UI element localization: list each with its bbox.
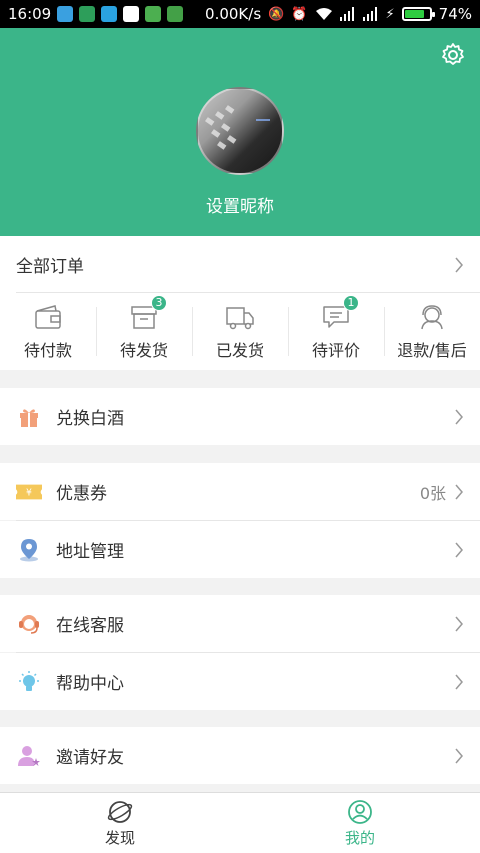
order-label: 待付款 <box>23 340 72 360</box>
profile-user-icon <box>348 799 372 824</box>
address-label: 地址管理 <box>56 542 124 562</box>
invite-friends-row[interactable]: 邀请好友 <box>0 727 480 784</box>
app-notification-icon <box>57 6 74 22</box>
chevron-right-icon <box>455 484 463 499</box>
profile-header: 设置昵称 <box>0 28 480 236</box>
coupon-icon-wrap: ¥ <box>16 479 42 505</box>
location-pin-icon-wrap <box>16 537 42 563</box>
gift-icon-wrap <box>16 404 42 430</box>
location-pin-icon <box>20 538 38 561</box>
coupons-label: 优惠券 <box>56 484 107 504</box>
nav-discover[interactable]: 发现 <box>0 793 240 853</box>
battery-fill <box>404 10 424 18</box>
telegram-icon <box>101 6 118 22</box>
settings-gear-icon[interactable] <box>440 42 466 68</box>
badge-count: 1 <box>343 294 359 311</box>
status-bar: 16:09 0.00K/s 🔕 ⏰ ⚡ 74% <box>0 0 480 28</box>
invite-friends-label: 邀请好友 <box>56 748 124 768</box>
avatar[interactable] <box>196 87 284 175</box>
alarm-icon: ⏰ <box>291 6 308 22</box>
wifi-icon <box>315 8 332 20</box>
signal-icon <box>339 7 354 21</box>
help-center-row[interactable]: 帮助中心 <box>0 653 480 710</box>
all-orders-row[interactable]: 全部订单 <box>0 236 480 293</box>
order-pending-review[interactable]: 1 待评价 <box>288 293 384 370</box>
chevron-right-icon <box>455 257 463 272</box>
signal-icon <box>362 7 377 21</box>
network-speed: 0.00K/s <box>205 5 262 23</box>
chevron-right-icon <box>455 616 463 631</box>
lightbulb-icon <box>19 670 39 691</box>
order-shipped[interactable]: 已发货 <box>192 293 288 370</box>
invite-user-icon-wrap <box>16 743 42 769</box>
mute-icon: 🔕 <box>268 6 285 22</box>
nav-mine-label: 我的 <box>344 828 375 847</box>
order-refund-after-sale[interactable]: 退款/售后 <box>384 293 480 370</box>
svg-text:¥: ¥ <box>26 487 32 498</box>
sim-icon <box>145 6 162 22</box>
gift-icon <box>20 408 38 427</box>
chevron-right-icon <box>455 674 463 689</box>
badge-count: 3 <box>151 294 167 311</box>
battery-icon <box>401 7 435 21</box>
app-notification-icon <box>79 6 96 22</box>
lightbulb-icon-wrap <box>16 669 42 695</box>
discover-planet-icon <box>107 800 133 823</box>
exchange-liquor-row[interactable]: 兑换白酒 <box>0 388 480 445</box>
customer-service-headset-icon <box>19 614 39 634</box>
avatar-photo <box>205 105 270 150</box>
order-label: 退款/售后 <box>397 340 467 360</box>
charging-icon: ⚡ <box>385 6 395 22</box>
chevron-right-icon <box>455 542 463 557</box>
nav-mine[interactable]: 我的 <box>240 793 480 853</box>
coupons-row[interactable]: ¥ 优惠券 0张 <box>0 463 480 520</box>
order-label: 待评价 <box>311 340 360 360</box>
order-pending-shipment[interactable]: 3 待发货 <box>96 293 192 370</box>
order-label: 待发货 <box>119 340 168 360</box>
address-management-row[interactable]: 地址管理 <box>0 521 480 578</box>
coupon-icon: ¥ <box>16 484 42 499</box>
exchange-liquor-label: 兑换白酒 <box>56 409 124 429</box>
invite-user-icon <box>18 745 40 766</box>
bottom-navigation: 发现 我的 <box>0 792 480 853</box>
online-customer-service-row[interactable]: 在线客服 <box>0 595 480 652</box>
comment-icon-wrap: 1 <box>321 294 359 331</box>
nav-discover-label: 发现 <box>104 828 135 847</box>
status-time: 16:09 <box>8 5 52 23</box>
battery-percent: 74% <box>438 5 472 23</box>
order-pending-payment[interactable]: 待付款 <box>0 293 96 370</box>
set-nickname-link[interactable]: 设置昵称 <box>0 192 480 217</box>
customer-service-label: 在线客服 <box>56 616 124 636</box>
coupon-count: 0张 <box>419 483 446 503</box>
headset-icon-wrap <box>16 611 42 637</box>
order-label: 已发货 <box>215 340 264 360</box>
truck-icon <box>226 306 254 329</box>
wallet-icon <box>35 304 61 329</box>
chevron-right-icon <box>455 748 463 763</box>
wechat-icon <box>167 6 184 22</box>
package-box-icon-wrap: 3 <box>129 294 167 331</box>
app-notification-icon <box>123 6 140 22</box>
refund-service-icon <box>421 304 443 329</box>
order-status-grid: 待付款 3 待发货 已发货 1 待评价 退款/售后 <box>0 293 480 370</box>
all-orders-label: 全部订单 <box>16 257 84 277</box>
help-center-label: 帮助中心 <box>56 674 124 694</box>
chevron-right-icon <box>455 409 463 424</box>
